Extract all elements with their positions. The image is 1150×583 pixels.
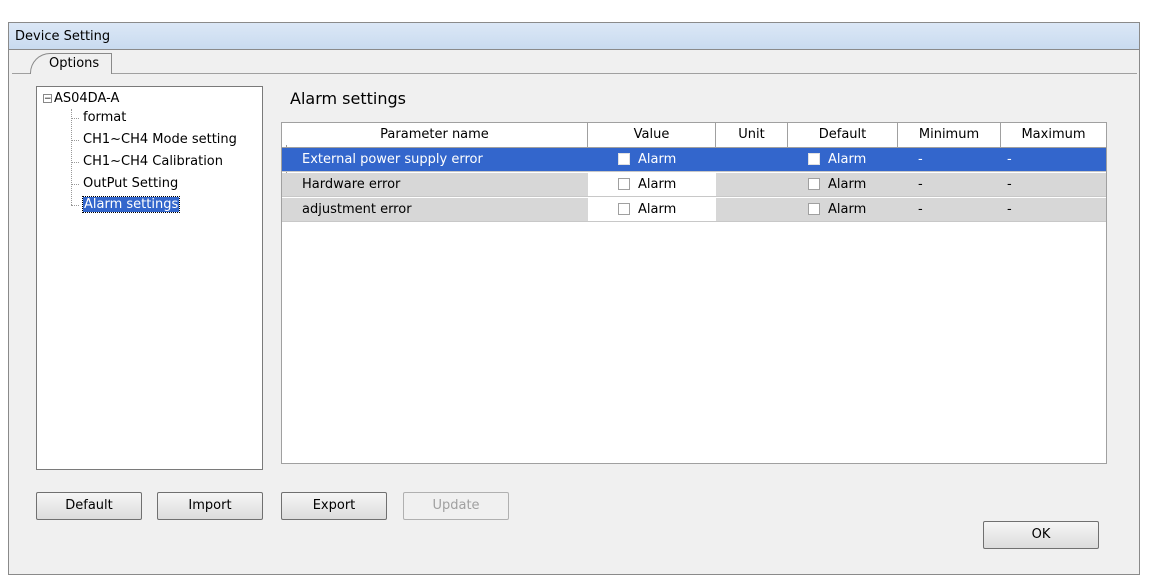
row-parameter-name: Hardware error xyxy=(302,177,401,192)
tab-options[interactable]: Options xyxy=(30,53,112,74)
row-value-label: Alarm xyxy=(638,152,677,167)
table-row[interactable]: adjustment error Alarm Alarm - - xyxy=(282,198,1106,222)
row-minimum: - xyxy=(918,177,923,192)
row-minimum: - xyxy=(918,202,923,217)
row-maximum: - xyxy=(1007,152,1012,167)
row-default-label: Alarm xyxy=(828,202,867,217)
export-button[interactable]: Export xyxy=(281,492,387,520)
table-row[interactable]: Hardware error Alarm Alarm - - xyxy=(282,173,1106,197)
column-header-maximum[interactable]: Maximum xyxy=(1001,123,1106,147)
row-minimum: - xyxy=(918,152,923,167)
row-unit xyxy=(716,173,788,196)
row-value-cell[interactable]: Alarm xyxy=(588,173,716,196)
table-row[interactable]: External power supply error Alarm Alarm … xyxy=(282,148,1106,172)
column-header-unit[interactable]: Unit xyxy=(716,123,788,147)
row-value-cell[interactable]: Alarm xyxy=(588,198,716,221)
default-checkbox xyxy=(808,178,820,190)
parameter-grid[interactable]: Parameter name Value Unit Default Minimu… xyxy=(281,122,1107,464)
title-bar[interactable]: Device Setting xyxy=(8,22,1140,50)
row-maximum: - xyxy=(1007,177,1012,192)
row-maximum: - xyxy=(1007,202,1012,217)
column-header-default[interactable]: Default xyxy=(788,123,898,147)
tree-item-ch-mode-setting[interactable]: CH1~CH4 Mode setting xyxy=(83,132,237,147)
import-button[interactable]: Import xyxy=(157,492,263,520)
tab-strip-line xyxy=(12,73,1137,74)
default-checkbox xyxy=(808,203,820,215)
grid-header: Parameter name Value Unit Default Minimu… xyxy=(282,123,1106,148)
row-default-cell: Alarm xyxy=(788,198,898,221)
value-checkbox[interactable] xyxy=(618,203,630,215)
row-default-cell: Alarm xyxy=(788,148,898,171)
tree-connector xyxy=(71,184,79,185)
default-checkbox xyxy=(808,153,820,165)
default-button[interactable]: Default xyxy=(36,492,142,520)
row-unit xyxy=(716,148,788,171)
value-checkbox[interactable] xyxy=(618,178,630,190)
column-header-parameter-name[interactable]: Parameter name xyxy=(282,123,588,147)
settings-tree[interactable]: − AS04DA-A format CH1~CH4 Mode setting CH… xyxy=(36,86,263,470)
tree-guide-line xyxy=(71,109,72,205)
tree-item-ch-calibration[interactable]: CH1~CH4 Calibration xyxy=(83,154,223,169)
row-value-label: Alarm xyxy=(638,202,677,217)
tree-connector xyxy=(71,140,79,141)
tree-connector xyxy=(71,205,79,206)
tree-root-as04da-a[interactable]: − AS04DA-A xyxy=(43,91,119,106)
row-parameter-name: External power supply error xyxy=(302,152,483,167)
row-parameter-name: adjustment error xyxy=(302,202,412,217)
section-title: Alarm settings xyxy=(290,89,406,108)
tree-item-format[interactable]: format xyxy=(83,110,126,125)
tree-root-label: AS04DA-A xyxy=(54,91,120,106)
column-header-minimum[interactable]: Minimum xyxy=(898,123,1001,147)
tree-connector xyxy=(71,162,79,163)
row-default-cell: Alarm xyxy=(788,173,898,196)
tree-item-output-setting[interactable]: OutPut Setting xyxy=(83,176,178,191)
window-title: Device Setting xyxy=(15,29,111,44)
update-button: Update xyxy=(403,492,509,520)
tree-connector xyxy=(71,118,79,119)
row-unit xyxy=(716,198,788,221)
value-checkbox[interactable] xyxy=(618,153,630,165)
column-header-value[interactable]: Value xyxy=(588,123,716,147)
row-default-label: Alarm xyxy=(828,152,867,167)
tree-item-alarm-settings[interactable]: Alarm settings xyxy=(81,196,181,213)
ok-button[interactable]: OK xyxy=(983,521,1099,549)
row-value-cell[interactable]: Alarm xyxy=(588,148,716,171)
row-value-label: Alarm xyxy=(638,177,677,192)
row-default-label: Alarm xyxy=(828,177,867,192)
collapse-icon[interactable]: − xyxy=(43,94,52,104)
tab-options-label: Options xyxy=(49,56,100,71)
